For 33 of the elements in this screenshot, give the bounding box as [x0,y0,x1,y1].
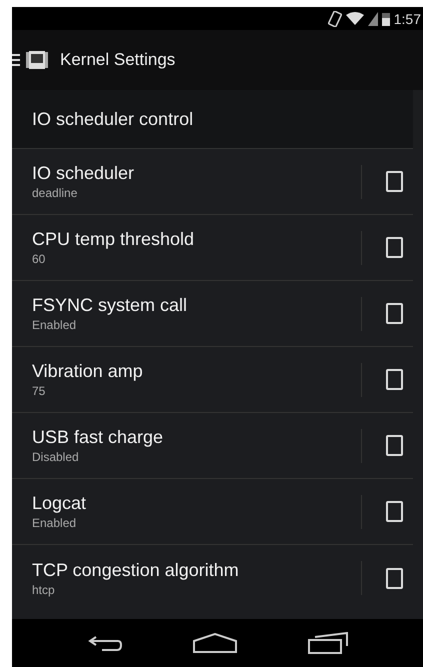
setting-title: CPU temp threshold [32,229,196,250]
checkbox[interactable] [386,568,403,588]
home-icon[interactable] [192,633,236,653]
app-title: Kernel Settings [60,50,176,70]
rotation-icon [328,10,342,26]
section-header: IO scheduler control [32,108,194,130]
checkbox[interactable] [386,237,403,258]
setting-value: Enabled [32,516,78,530]
recent-apps-icon[interactable] [308,632,348,654]
checkbox[interactable] [386,303,403,324]
signal-icon [368,12,378,26]
setting-value: deadline [32,186,78,200]
setting-title: Vibration amp [32,361,144,382]
checkbox[interactable] [386,435,403,456]
menu-icon[interactable] [12,53,20,67]
setting-value: Disabled [32,450,80,464]
setting-value: htcp [32,582,56,596]
checkbox[interactable] [386,369,403,390]
checkbox[interactable] [386,171,403,192]
setting-value: 75 [32,384,46,398]
battery-icon [382,12,390,26]
chip-icon [26,49,48,71]
back-icon[interactable] [88,634,122,652]
setting-title: IO scheduler [32,163,136,184]
setting-title: FSYNC system call [32,295,188,316]
status-time: 1:57 [394,10,421,26]
setting-value: Enabled [32,318,78,332]
setting-value: 60 [32,252,46,266]
setting-title: USB fast charge [32,427,164,448]
setting-title: Logcat [32,493,88,514]
wifi-icon [346,12,364,26]
setting-title: TCP congestion algorithm [32,560,240,580]
checkbox[interactable] [386,501,403,522]
